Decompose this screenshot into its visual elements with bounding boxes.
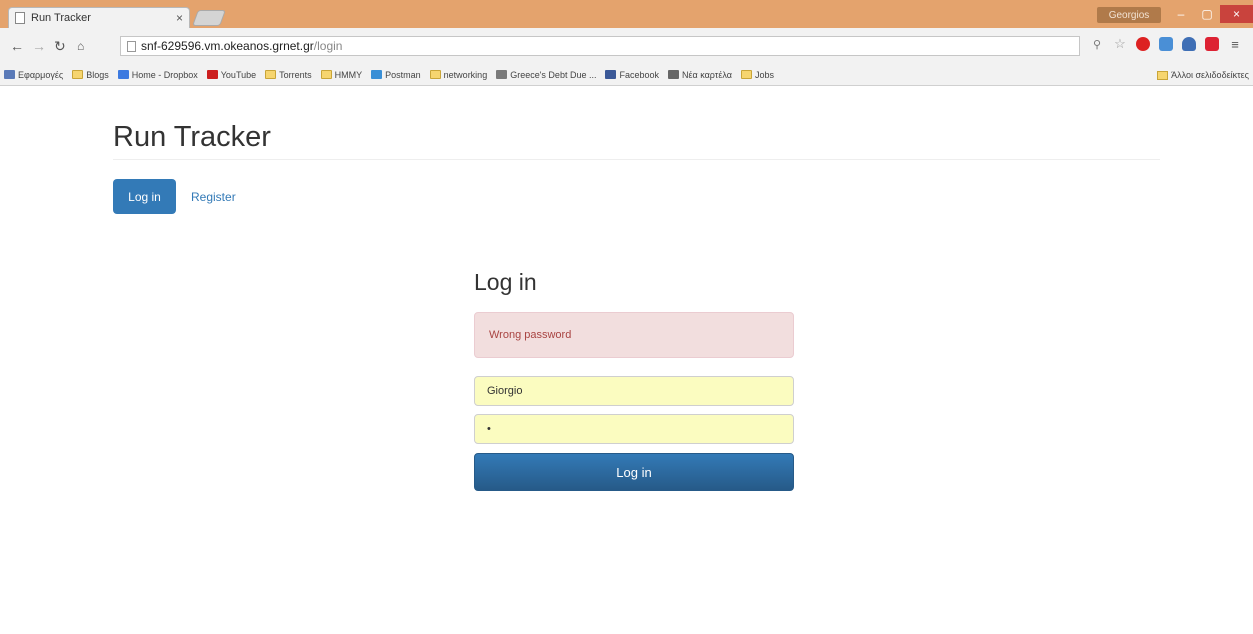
bookmark-item[interactable]: Facebook bbox=[605, 70, 659, 80]
bookmark-item[interactable]: Postman bbox=[371, 70, 421, 80]
new-tab-button[interactable] bbox=[192, 10, 226, 26]
bookmark-item[interactable]: Torrents bbox=[265, 70, 312, 80]
youtube-icon bbox=[206, 70, 218, 79]
browser-tab[interactable]: Run Tracker × bbox=[8, 7, 190, 28]
bookmark-item[interactable]: Jobs bbox=[740, 69, 774, 80]
extension-icon[interactable] bbox=[1205, 37, 1219, 51]
bookmarks-bar: Εφαρμογές Blogs Home - Dropbox YouTube Torre… bbox=[0, 64, 1253, 86]
bookmark-label: Εφαρμογές bbox=[18, 69, 64, 80]
newtab-icon bbox=[668, 70, 679, 79]
bookmark-label: Greece's Debt Due ... bbox=[510, 69, 597, 80]
bookmark-label: Home - Dropbox bbox=[131, 69, 198, 80]
bookmark-label: Torrents bbox=[279, 69, 312, 80]
back-arrow-icon[interactable]: ← bbox=[10, 39, 24, 53]
folder-icon bbox=[320, 70, 332, 79]
maximize-button[interactable]: ▢ bbox=[1194, 5, 1220, 23]
web-page: Run Tracker Log in Register Log in Wrong… bbox=[0, 87, 1253, 634]
bookmark-label: HMMY bbox=[334, 69, 363, 80]
bookmark-item[interactable]: Blogs bbox=[72, 70, 109, 80]
address-bar[interactable]: snf-629596.vm.okeanos.grnet.gr/login bbox=[120, 36, 1080, 56]
postman-icon bbox=[371, 70, 383, 79]
password-input[interactable] bbox=[474, 414, 794, 444]
bookmark-label: Postman bbox=[385, 69, 421, 80]
page-icon bbox=[127, 40, 136, 52]
login-heading: Log in bbox=[474, 269, 537, 295]
folder-icon bbox=[740, 70, 752, 79]
folder-icon bbox=[265, 70, 277, 79]
nav-register-link[interactable]: Register bbox=[183, 179, 244, 214]
nav-login-pill[interactable]: Log in bbox=[113, 179, 176, 214]
page-icon bbox=[15, 12, 25, 24]
folder-icon bbox=[1157, 70, 1169, 80]
home-icon[interactable]: ⌂ bbox=[77, 39, 84, 53]
extension-icons: ⚲ ☆ ≡ bbox=[1090, 36, 1242, 52]
adblock-icon[interactable] bbox=[1136, 37, 1150, 51]
bookmark-item[interactable]: Home - Dropbox bbox=[117, 69, 198, 80]
bookmark-label: Jobs bbox=[754, 69, 774, 80]
minimize-button[interactable]: – bbox=[1168, 5, 1194, 23]
bookmark-item[interactable]: HMMY bbox=[320, 69, 363, 80]
bookmark-label: Facebook bbox=[619, 69, 659, 80]
other-bookmarks[interactable]: Άλλοι σελιδοδείκτες bbox=[1157, 70, 1249, 80]
translate-icon[interactable] bbox=[1159, 37, 1173, 51]
bookmark-label: YouTube bbox=[220, 69, 257, 80]
bookmark-item[interactable]: Εφαρμογές bbox=[4, 70, 63, 80]
site-title: Run Tracker bbox=[113, 121, 271, 153]
url-path: /login bbox=[313, 39, 343, 53]
bookmark-label: networking bbox=[443, 69, 488, 80]
url-host: snf-629596.vm.okeanos.grnet.gr bbox=[141, 39, 314, 53]
menu-icon[interactable]: ≡ bbox=[1228, 37, 1242, 52]
forward-arrow-icon[interactable]: → bbox=[32, 39, 46, 53]
bookmark-label: Νέα καρτέλα bbox=[682, 69, 732, 80]
tab-close-icon[interactable]: × bbox=[176, 11, 183, 25]
other-bookmarks-label: Άλλοι σελιδοδείκτες bbox=[1171, 70, 1249, 80]
apps-icon bbox=[4, 70, 15, 79]
cloud-icon[interactable] bbox=[1182, 37, 1196, 51]
title-divider bbox=[113, 159, 1160, 160]
reload-icon[interactable]: ↻ bbox=[54, 39, 66, 53]
bookmark-item[interactable]: Greece's Debt Due ... bbox=[496, 70, 596, 80]
folder-icon bbox=[72, 70, 84, 79]
page-icon bbox=[496, 70, 508, 79]
profile-badge[interactable]: Georgios bbox=[1097, 7, 1161, 23]
bookmark-item[interactable]: networking bbox=[429, 69, 488, 80]
dropbox-icon bbox=[117, 70, 129, 79]
facebook-icon bbox=[605, 70, 617, 79]
filter-icon[interactable]: ⚲ bbox=[1090, 37, 1104, 51]
login-submit-button[interactable]: Log in bbox=[474, 453, 794, 491]
bookmark-label: Blogs bbox=[86, 69, 109, 80]
bookmark-item[interactable]: Νέα καρτέλα bbox=[668, 70, 732, 80]
bookmark-item[interactable]: YouTube bbox=[206, 69, 257, 80]
close-window-button[interactable]: × bbox=[1220, 5, 1253, 23]
star-icon[interactable]: ☆ bbox=[1113, 36, 1127, 51]
browser-titlebar: Run Tracker × Georgios – ▢ × bbox=[0, 0, 1253, 28]
username-input[interactable] bbox=[474, 376, 794, 406]
error-alert: Wrong password bbox=[474, 312, 794, 358]
tab-title: Run Tracker bbox=[31, 12, 91, 24]
folder-icon bbox=[429, 70, 441, 79]
